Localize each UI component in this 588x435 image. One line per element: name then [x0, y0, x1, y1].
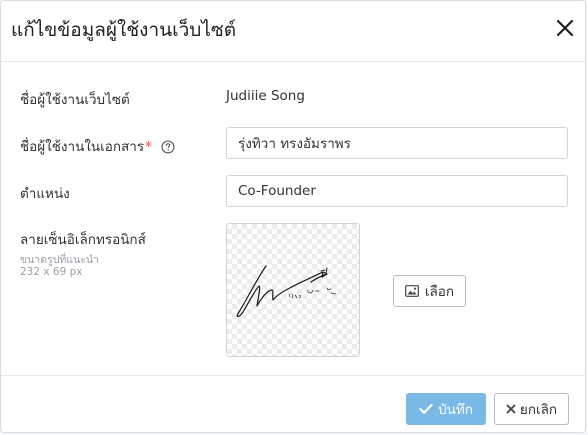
e-signature-label: ลายเซ็นอิเล็กทรอนิกส์	[20, 232, 146, 248]
document-user-name-label-row: ชื่อผู้ใช้งานในเอกสาร*	[20, 135, 175, 157]
image-icon	[405, 285, 419, 297]
document-user-name-label: ชื่อผู้ใช้งานในเอกสาร	[20, 139, 145, 155]
website-user-name-value: Judiiie Song	[226, 88, 305, 104]
save-button[interactable]: บันทึก	[406, 393, 486, 425]
x-icon	[506, 404, 516, 414]
position-input[interactable]	[226, 175, 568, 207]
modal-title: แก้ไขข้อมูลผู้ใช้งานเว็บไซต์	[11, 19, 237, 41]
close-icon	[556, 19, 574, 37]
cancel-label: ยกเลิก	[519, 402, 558, 417]
edit-user-modal: แก้ไขข้อมูลผู้ใช้งานเว็บไซต์ ชื่อผู้ใช้ง…	[0, 0, 586, 433]
choose-label: เลือก	[424, 284, 455, 299]
website-user-name-label: ชื่อผู้ใช้งานเว็บไซต์	[20, 92, 130, 108]
modal-header: แก้ไขข้อมูลผู้ใช้งานเว็บไซต์	[1, 1, 585, 62]
signature-preview[interactable]	[226, 223, 360, 357]
signature-size-dims: 232 x 69 px	[20, 266, 83, 278]
close-button[interactable]	[553, 16, 577, 40]
help-circle-icon[interactable]	[161, 140, 175, 154]
required-mark: *	[145, 139, 152, 155]
document-user-name-input[interactable]	[226, 127, 568, 159]
choose-signature-button[interactable]: เลือก	[393, 275, 466, 307]
check-icon	[419, 403, 433, 414]
save-label: บันทึก	[438, 402, 473, 417]
cancel-button[interactable]: ยกเลิก	[494, 393, 569, 425]
position-label: ตำแหน่ง	[20, 186, 70, 202]
modal-footer: บันทึก ยกเลิก	[1, 375, 585, 432]
signature-image	[236, 265, 337, 318]
